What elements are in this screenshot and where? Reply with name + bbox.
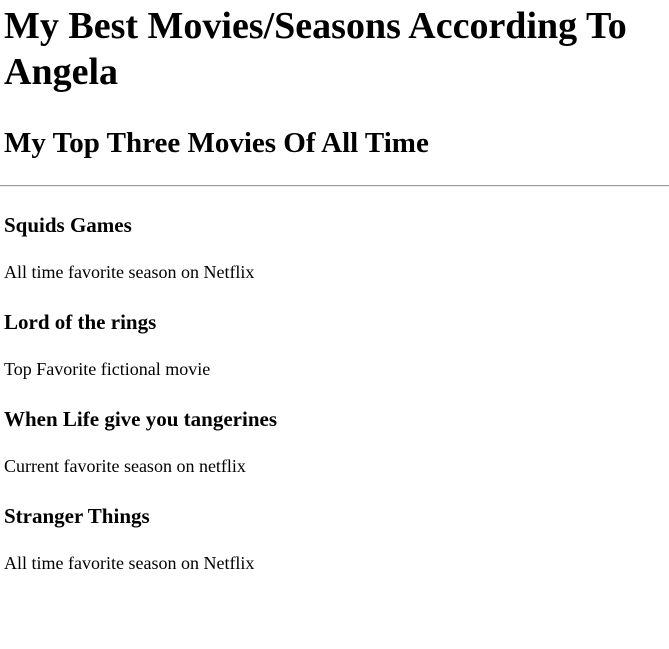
movie-description: Top Favorite fictional movie xyxy=(4,359,211,379)
movie-title: Squids Games xyxy=(4,213,132,237)
movie-entry-tangerines: When Life give you tangerines Current fa… xyxy=(4,380,665,477)
page-content: My Best Movies/Seasons According To Ange… xyxy=(0,3,669,574)
movie-description: All time favorite season on Netflix xyxy=(4,553,255,573)
movie-entry-squid-games: Squids Games All time favorite season on… xyxy=(4,187,665,283)
page-subtitle: My Top Three Movies Of All Time xyxy=(4,127,429,159)
movie-entry-lord-of-the-rings: Lord of the rings Top Favorite fictional… xyxy=(4,283,665,380)
page-title: My Best Movies/Seasons According To Ange… xyxy=(4,5,627,93)
movie-title: Lord of the rings xyxy=(4,310,157,334)
movie-title: When Life give you tangerines xyxy=(4,407,277,431)
movie-description: Current favorite season on netflix xyxy=(4,456,246,476)
movie-title: Stranger Things xyxy=(4,504,150,528)
movie-entry-stranger-things: Stranger Things All time favorite season… xyxy=(4,477,665,574)
movie-description: All time favorite season on Netflix xyxy=(4,262,255,282)
